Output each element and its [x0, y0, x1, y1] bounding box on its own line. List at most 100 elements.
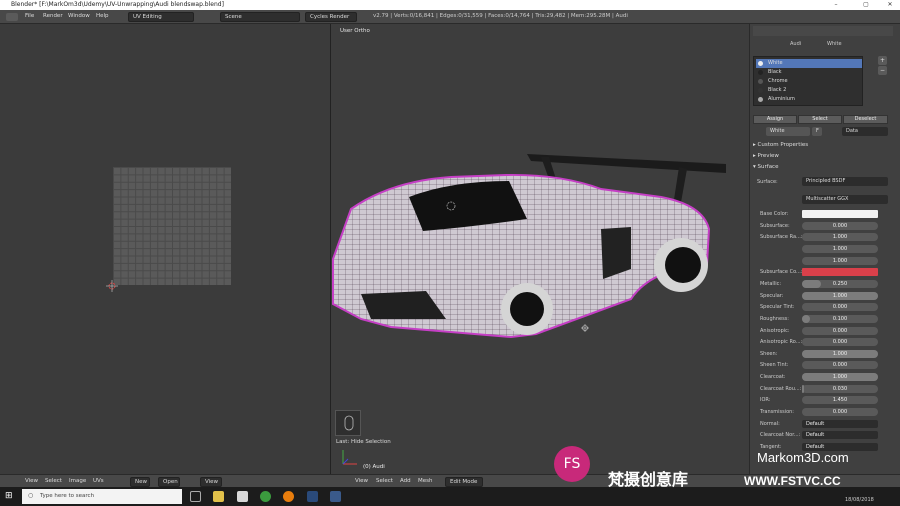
param-value: 1.000 [832, 374, 848, 380]
properties-tabs[interactable] [753, 26, 893, 36]
param-field[interactable]: 1.000 [802, 292, 878, 300]
param-field[interactable]: 0.250 [802, 280, 878, 288]
menu-help[interactable]: Help [96, 13, 109, 19]
watermark-site: WWW.FSTVC.CC [744, 474, 841, 488]
param-field[interactable] [802, 268, 878, 276]
mail-icon[interactable] [237, 491, 248, 502]
param-value: 0.250 [832, 281, 848, 287]
param-field[interactable]: 0.100 [802, 315, 878, 323]
surface-panel[interactable]: ▾ Surface [753, 164, 778, 170]
menu-file[interactable]: File [25, 13, 34, 19]
param-field[interactable] [802, 210, 878, 218]
param-field[interactable]: 0.000 [802, 303, 878, 311]
param-label: Specular: [760, 293, 784, 299]
param-value: 0.000 [832, 339, 848, 345]
param-value: 1.000 [832, 234, 848, 240]
assign-button[interactable]: Assign [753, 115, 797, 124]
file-explorer-icon[interactable] [213, 491, 224, 502]
material-slot[interactable]: Black [756, 68, 862, 77]
uv-menu-image[interactable]: Image [69, 478, 86, 484]
link-selector[interactable]: Data [842, 127, 888, 136]
param-field[interactable]: 1.000 [802, 233, 878, 241]
param-field[interactable]: 1.000 [802, 373, 878, 381]
param-field[interactable]: Default [802, 420, 878, 428]
param-field[interactable]: 0.000 [802, 222, 878, 230]
layout-selector[interactable]: UV Editing [128, 12, 194, 22]
param-fill [802, 315, 810, 323]
uv-menu-uvs[interactable]: UVs [93, 478, 104, 484]
3d-viewport[interactable]: User Ortho Last: Hide Selection (0) Audi [331, 24, 749, 474]
window-title: Blender* [F:\MarkOm3d\Udemy\UV-Unwrappin… [11, 1, 224, 8]
param-field[interactable]: 0.030 [802, 385, 878, 393]
material-slots-list[interactable]: White Black Chrome Black 2 Aluminium [753, 56, 863, 106]
custom-properties-panel[interactable]: ▸ Custom Properties [753, 142, 808, 148]
add-slot-icon[interactable]: + [878, 56, 887, 65]
chrome-icon[interactable] [260, 491, 271, 502]
vp-menu-select[interactable]: Select [376, 478, 393, 484]
surface-shader-selector[interactable]: Principled BSDF [802, 177, 888, 186]
material-icon [758, 97, 763, 102]
info-header: File Render Window Help UV Editing Scene… [0, 10, 900, 24]
render-engine-selector[interactable]: Cycles Render [305, 12, 357, 22]
windows-start-icon[interactable]: ⊞ [5, 491, 16, 502]
material-slot[interactable]: Aluminium [756, 95, 862, 104]
material-slot[interactable]: Black 2 [756, 86, 862, 95]
material-icon [758, 79, 763, 84]
app-icon[interactable] [330, 491, 341, 502]
uv-grid[interactable] [113, 167, 231, 285]
vp-menu-add[interactable]: Add [400, 478, 411, 484]
param-label: Metallic: [760, 281, 782, 287]
maximize-icon[interactable]: ▢ [856, 0, 876, 10]
param-label: Specular Tint: [760, 304, 795, 310]
close-icon[interactable]: ✕ [880, 0, 900, 10]
param-value: 0.100 [832, 316, 848, 322]
material-name-field[interactable]: White [766, 127, 810, 136]
new-image-button[interactable]: New [130, 477, 150, 487]
remove-slot-icon[interactable]: − [878, 66, 887, 75]
param-fill [802, 385, 805, 393]
param-field[interactable]: 1.000 [802, 245, 878, 253]
param-field[interactable]: 0.000 [802, 408, 878, 416]
uv-menu-select[interactable]: Select [45, 478, 62, 484]
param-value: 0.000 [832, 223, 848, 229]
vp-menu-view[interactable]: View [355, 478, 368, 484]
blender-icon[interactable] [283, 491, 294, 502]
mode-selector[interactable]: Edit Mode [445, 477, 483, 487]
watermark-brand: Markom3D.com [757, 450, 849, 465]
menu-window[interactable]: Window [68, 13, 90, 19]
open-image-button[interactable]: Open [158, 477, 180, 487]
distribution-selector[interactable]: Multiscatter GGX [802, 195, 888, 204]
taskbar-search[interactable]: ○ Type here to search [22, 489, 182, 504]
fake-user-toggle[interactable]: F [812, 127, 822, 136]
param-value: 0.000 [832, 362, 848, 368]
vp-menu-mesh[interactable]: Mesh [418, 478, 432, 484]
select-button[interactable]: Select [798, 115, 842, 124]
param-field[interactable]: Default [802, 431, 878, 439]
preview-panel[interactable]: ▸ Preview [753, 153, 779, 159]
param-label: IOR: [760, 397, 771, 403]
breadcrumb-material: White [827, 41, 842, 47]
material-slot[interactable]: Chrome [756, 77, 862, 86]
last-operator: Last: Hide Selection [336, 439, 391, 445]
cursor-2d-icon [106, 280, 118, 292]
param-field[interactable]: 0.000 [802, 361, 878, 369]
steam-icon[interactable] [307, 491, 318, 502]
param-value: 1.000 [832, 293, 848, 299]
task-view-icon[interactable] [190, 491, 201, 502]
param-field[interactable]: 0.000 [802, 327, 878, 335]
param-field[interactable]: 1.450 [802, 396, 878, 404]
editor-type-icon[interactable] [6, 13, 18, 21]
param-field[interactable]: 1.000 [802, 257, 878, 265]
menu-render[interactable]: Render [43, 13, 63, 19]
minimize-icon[interactable]: – [826, 0, 846, 10]
uv-view-selector[interactable]: View [200, 477, 222, 487]
uv-menu-view[interactable]: View [25, 478, 38, 484]
car-mesh[interactable] [331, 119, 749, 359]
param-field[interactable]: 0.000 [802, 338, 878, 346]
search-placeholder: Type here to search [40, 493, 95, 499]
param-field[interactable]: 1.000 [802, 350, 878, 358]
deselect-button[interactable]: Deselect [843, 115, 888, 124]
axis-gizmo-icon [342, 450, 357, 465]
scene-selector[interactable]: Scene [220, 12, 300, 22]
material-slot[interactable]: White [756, 59, 862, 68]
